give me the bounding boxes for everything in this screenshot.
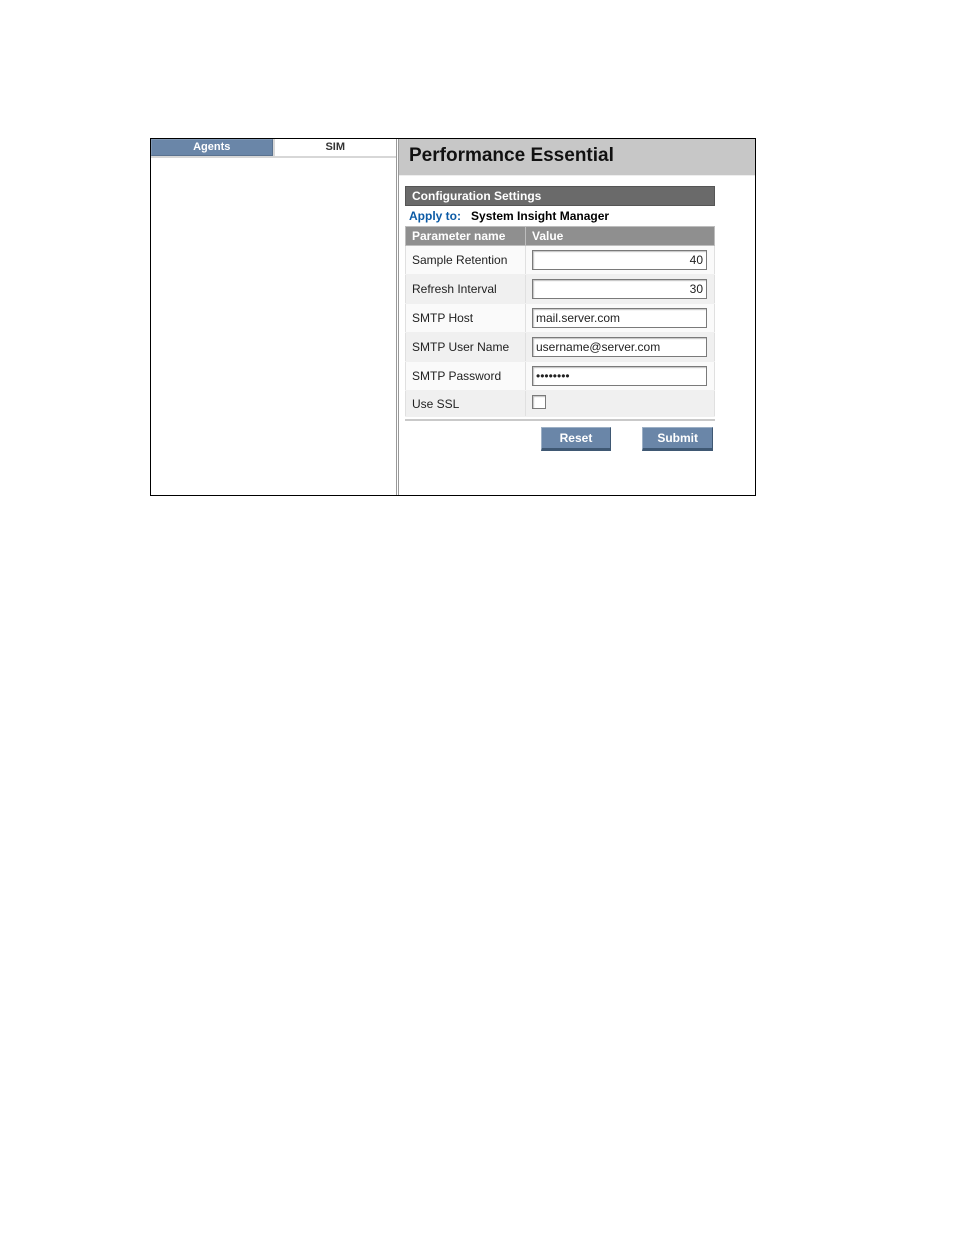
- row-refresh-interval: Refresh Interval: [406, 275, 715, 304]
- tab-agents[interactable]: Agents: [151, 139, 275, 156]
- title-bar: Performance Essential: [399, 139, 755, 176]
- label-smtp-password: SMTP Password: [406, 362, 526, 391]
- tab-sim[interactable]: SIM: [275, 139, 397, 156]
- row-smtp-user: SMTP User Name: [406, 333, 715, 362]
- page-title: Performance Essential: [409, 145, 745, 167]
- row-sample-retention: Sample Retention: [406, 246, 715, 275]
- input-smtp-password[interactable]: [532, 366, 707, 386]
- tab-bar: Agents SIM: [151, 139, 396, 158]
- apply-to-value: System Insight Manager: [471, 209, 609, 223]
- button-row: Reset Submit: [405, 419, 715, 451]
- tab-sim-label: SIM: [325, 141, 345, 153]
- apply-to-label: Apply to:: [409, 209, 461, 223]
- label-use-ssl: Use SSL: [406, 391, 526, 417]
- column-header-value: Value: [526, 227, 715, 246]
- parameters-table: Parameter name Value Sample Retention: [405, 226, 715, 417]
- checkbox-use-ssl[interactable]: [532, 395, 546, 409]
- submit-button[interactable]: Submit: [642, 427, 713, 451]
- content-area: Configuration Settings Apply to: System …: [399, 176, 755, 461]
- column-header-parameter: Parameter name: [406, 227, 526, 246]
- section-header: Configuration Settings: [405, 186, 715, 206]
- apply-to-row: Apply to: System Insight Manager: [405, 206, 715, 226]
- input-sample-retention[interactable]: [532, 250, 707, 270]
- main-panel: Performance Essential Configuration Sett…: [399, 139, 755, 495]
- row-smtp-password: SMTP Password: [406, 362, 715, 391]
- sidebar: Agents SIM: [151, 139, 399, 495]
- row-smtp-host: SMTP Host: [406, 304, 715, 333]
- row-use-ssl: Use SSL: [406, 391, 715, 417]
- label-smtp-host: SMTP Host: [406, 304, 526, 333]
- input-smtp-user[interactable]: [532, 337, 707, 357]
- input-smtp-host[interactable]: [532, 308, 707, 328]
- tab-agents-label: Agents: [193, 141, 230, 153]
- app-window: Agents SIM Performance Essential Configu…: [150, 138, 756, 496]
- reset-button[interactable]: Reset: [541, 427, 611, 451]
- label-sample-retention: Sample Retention: [406, 246, 526, 275]
- input-refresh-interval[interactable]: [532, 279, 707, 299]
- label-refresh-interval: Refresh Interval: [406, 275, 526, 304]
- label-smtp-user: SMTP User Name: [406, 333, 526, 362]
